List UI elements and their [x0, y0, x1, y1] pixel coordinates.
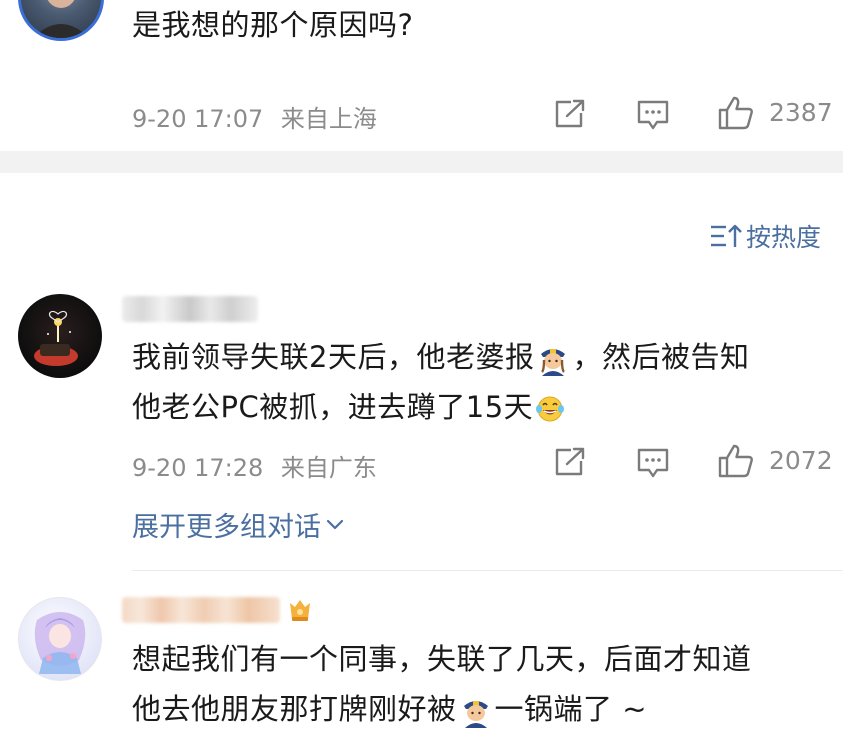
- comment-icon[interactable]: [636, 447, 670, 479]
- expand-replies-label: 展开更多组对话: [132, 512, 321, 543]
- comment-meta: 9-20 17:28 来自广东: [132, 448, 377, 483]
- comment-time: 9-20 17:07: [132, 105, 264, 133]
- comment-text-part: ，然后被告知: [572, 340, 750, 374]
- comment-text: 想起我们有一个同事，失联了几天，后面才知道: [132, 642, 752, 676]
- sort-label: 按热度: [745, 223, 821, 252]
- police-officer-emoji: [463, 701, 488, 728]
- username-redacted[interactable]: [122, 597, 280, 623]
- comment-icon[interactable]: [636, 99, 670, 131]
- comment-location: 来自广东: [280, 454, 377, 482]
- comment-divider: [132, 570, 843, 571]
- avatar[interactable]: [18, 294, 102, 378]
- comment-text-part: 一锅端了 ~: [494, 692, 648, 726]
- police-officer-emoji: [541, 349, 566, 376]
- tears-of-joy-emoji: [536, 396, 565, 422]
- avatar-image: [34, 612, 86, 674]
- share-icon[interactable]: [553, 98, 587, 130]
- comment-text: 我前领导失联2天后，他老婆报 ，然后被告知: [132, 332, 749, 382]
- thumbs-up-icon[interactable]: [717, 95, 755, 131]
- like-count: 2387: [769, 98, 833, 127]
- sort-icon: [710, 224, 742, 247]
- comment-text: 他去他朋友那打牌刚好被 一锅端了 ~: [132, 684, 647, 734]
- member-badge-icon: [290, 600, 310, 621]
- comment-text-part: 我前领导失联2天后，他老婆报: [132, 340, 535, 374]
- avatar[interactable]: [18, 0, 104, 41]
- sort-toggle[interactable]: 按热度: [710, 218, 821, 254]
- share-icon[interactable]: [553, 446, 587, 478]
- username-redacted[interactable]: [122, 296, 258, 322]
- expand-replies-link[interactable]: 展开更多组对话: [132, 505, 345, 544]
- comment-text-part: 他去他朋友那打牌刚好被: [132, 692, 457, 726]
- comment-location: 来自上海: [280, 105, 377, 133]
- comment-time: 9-20 17:28: [132, 454, 264, 482]
- like-count: 2072: [769, 446, 833, 475]
- avatar-image: [34, 310, 78, 366]
- comment-meta: 9-20 17:07 来自上海: [132, 99, 377, 134]
- comment-text: 他老公PC被抓，进去蹲了15天: [132, 382, 567, 432]
- section-separator: [0, 151, 843, 173]
- comment-text: 是我想的那个原因吗?: [132, 8, 414, 42]
- thumbs-up-icon[interactable]: [717, 443, 755, 479]
- avatar[interactable]: [18, 597, 102, 681]
- comment-text-part: 他老公PC被抓，进去蹲了15天: [132, 390, 534, 424]
- chevron-down-icon: [326, 519, 344, 529]
- avatar-image: [33, 0, 89, 38]
